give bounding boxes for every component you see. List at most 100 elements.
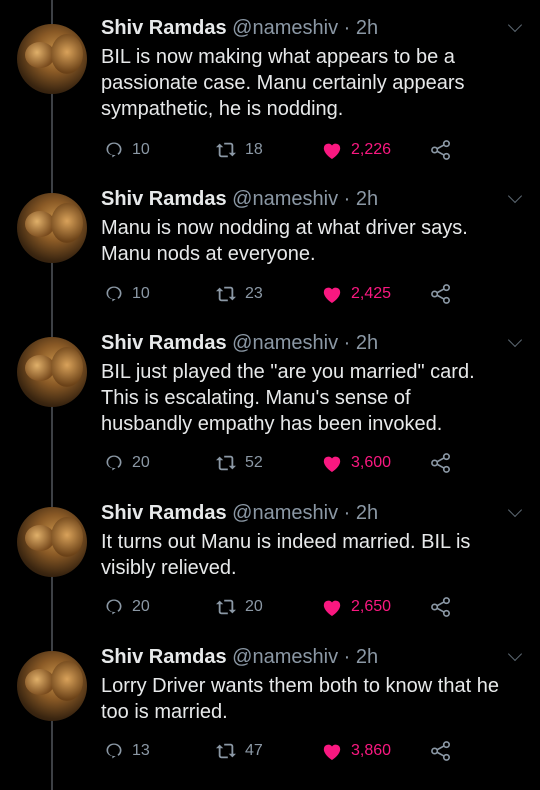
tweet-header: Shiv Ramdas @nameshiv · 2h (101, 16, 378, 40)
heart-icon (323, 456, 341, 473)
retweet-count: 23 (245, 285, 263, 302)
tweet-text-line: passionate case. Manu certainly appears (101, 72, 465, 94)
retweet-count: 18 (245, 141, 263, 158)
tweet-text-line: BIL just played the "are you married" ca… (101, 361, 475, 383)
share-button[interactable] (430, 284, 452, 304)
reply-button[interactable]: 10 (104, 140, 150, 160)
like-button[interactable]: 3,600 (321, 453, 391, 473)
chevron-down-icon[interactable] (507, 332, 523, 348)
chevron-down-icon[interactable] (507, 17, 523, 33)
like-count: 3,600 (351, 454, 392, 471)
avatar[interactable] (17, 651, 87, 721)
reply-icon (106, 142, 122, 158)
retweet-icon (216, 599, 236, 615)
avatar[interactable] (17, 507, 87, 577)
author-handle-time[interactable]: @nameshiv · 2h (232, 502, 378, 524)
reply-button[interactable]: 10 (104, 284, 150, 304)
author-name[interactable]: Shiv Ramdas (101, 332, 227, 354)
author-name[interactable]: Shiv Ramdas (101, 646, 227, 668)
retweet-count: 47 (245, 742, 263, 759)
reply-count: 20 (132, 454, 150, 471)
tweet-text-line: husbandly empathy has been invoked. (101, 413, 443, 435)
tweet-text-line: Lorry Driver wants them both to know tha… (101, 675, 499, 697)
tweet-text-line: sympathetic, he is nodding. (101, 98, 344, 120)
like-button[interactable]: 2,226 (321, 140, 391, 160)
share-button[interactable] (430, 741, 452, 761)
chevron-down-icon[interactable] (507, 188, 523, 204)
tweet-text-line: Manu is now nodding at what driver says. (101, 217, 468, 239)
retweet-icon (216, 455, 236, 471)
retweet-button[interactable]: 47 (215, 741, 263, 761)
like-count: 2,650 (351, 598, 392, 615)
avatar[interactable] (17, 337, 87, 407)
tweet-text: Lorry Driver wants them both to know tha… (101, 673, 521, 725)
share-button[interactable] (430, 597, 452, 617)
share-icon (431, 284, 450, 304)
share-icon (431, 597, 450, 617)
tweet-header: Shiv Ramdas @nameshiv · 2h (101, 187, 378, 211)
retweet-button[interactable]: 52 (215, 453, 263, 473)
author-handle-time[interactable]: @nameshiv · 2h (232, 646, 378, 668)
tweet-text-line: BIL is now making what appears to be a (101, 46, 455, 68)
tweet-text: It turns out Manu is indeed married. BIL… (101, 529, 521, 581)
heart-icon (323, 287, 341, 304)
retweet-icon (216, 286, 236, 302)
avatar[interactable] (17, 24, 87, 94)
author-handle-time[interactable]: @nameshiv · 2h (232, 188, 378, 210)
like-button[interactable]: 2,650 (321, 597, 391, 617)
reply-button[interactable]: 20 (104, 453, 150, 473)
tweet-actions: 10 18 2,226 (0, 140, 540, 164)
heart-icon (323, 744, 341, 761)
retweet-button[interactable]: 18 (215, 140, 263, 160)
like-count: 2,226 (351, 141, 392, 158)
tweet-header: Shiv Ramdas @nameshiv · 2h (101, 501, 378, 525)
tweet-actions: 20 52 3,600 (0, 453, 540, 477)
tweet-text-line: It turns out Manu is indeed married. BIL… (101, 531, 471, 553)
like-button[interactable]: 2,425 (321, 284, 391, 304)
heart-icon (323, 143, 341, 160)
tweet-text: Manu is now nodding at what driver says.… (101, 215, 521, 267)
author-name[interactable]: Shiv Ramdas (101, 502, 227, 524)
reply-button[interactable]: 13 (104, 741, 150, 761)
share-icon (431, 140, 450, 160)
retweet-button[interactable]: 23 (215, 284, 263, 304)
like-count: 3,860 (351, 742, 392, 759)
tweet-text-line: Manu nods at everyone. (101, 243, 316, 265)
share-icon (431, 741, 450, 761)
reply-icon (106, 286, 122, 302)
tweet-actions: 20 20 2,650 (0, 597, 540, 621)
avatar[interactable] (17, 193, 87, 263)
like-button[interactable]: 3,860 (321, 741, 391, 761)
reply-icon (106, 743, 122, 759)
reply-count: 10 (132, 141, 150, 158)
retweet-count: 52 (245, 454, 263, 471)
tweet-text-line: This is escalating. Manu's sense of (101, 387, 411, 409)
chevron-down-icon[interactable] (507, 502, 523, 518)
reply-count: 10 (132, 285, 150, 302)
reply-icon (106, 455, 122, 471)
retweet-icon (216, 142, 236, 158)
share-icon (431, 453, 450, 473)
tweet-text: BIL just played the "are you married" ca… (101, 359, 521, 437)
like-count: 2,425 (351, 285, 392, 302)
heart-icon (323, 600, 341, 617)
reply-count: 20 (132, 598, 150, 615)
author-name[interactable]: Shiv Ramdas (101, 17, 227, 39)
tweet-text-line: too is married. (101, 701, 228, 723)
tweet-actions: 10 23 2,425 (0, 284, 540, 308)
author-handle-time[interactable]: @nameshiv · 2h (232, 17, 378, 39)
retweet-icon (216, 743, 236, 759)
author-handle-time[interactable]: @nameshiv · 2h (232, 332, 378, 354)
tweet-text-line: visibly relieved. (101, 557, 237, 579)
author-name[interactable]: Shiv Ramdas (101, 188, 227, 210)
reply-icon (106, 599, 122, 615)
share-button[interactable] (430, 453, 452, 473)
tweet-actions: 13 47 3,860 (0, 741, 540, 765)
retweet-button[interactable]: 20 (215, 597, 263, 617)
retweet-count: 20 (245, 598, 263, 615)
reply-count: 13 (132, 742, 150, 759)
share-button[interactable] (430, 140, 452, 160)
tweet-header: Shiv Ramdas @nameshiv · 2h (101, 331, 378, 355)
reply-button[interactable]: 20 (104, 597, 150, 617)
chevron-down-icon[interactable] (507, 646, 523, 662)
